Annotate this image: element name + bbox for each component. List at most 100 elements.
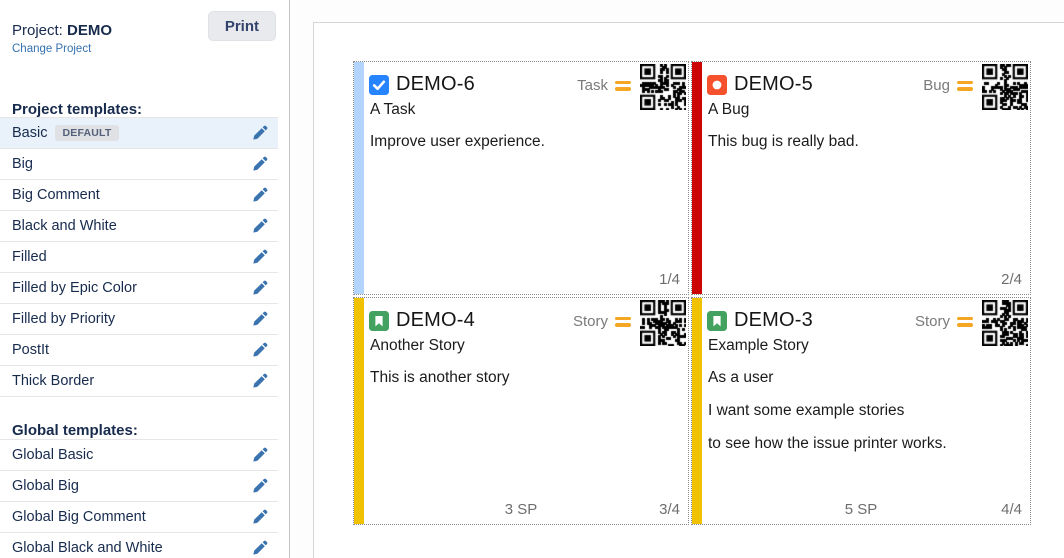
description-line: to see how the issue printer works. [708, 434, 1014, 454]
card-meta: Task [577, 77, 631, 94]
project-label-text: Project: [12, 22, 63, 39]
story-icon [369, 311, 389, 331]
project-label: Project: DEMO [12, 22, 112, 39]
issue-key: DEMO-3 [734, 309, 813, 332]
issue-summary: Another Story [370, 337, 628, 355]
edit-pencil-icon[interactable] [251, 156, 268, 173]
story-icon [707, 311, 727, 331]
card-color-bar [354, 62, 364, 294]
project-template-list: Basic DEFAULT Big Big Comment Black and … [0, 117, 278, 397]
issue-key: DEMO-6 [396, 73, 475, 96]
template-label: Global Black and White [12, 540, 163, 556]
card-color-bar [692, 298, 702, 524]
qr-code [640, 64, 686, 110]
edit-pencil-icon[interactable] [251, 125, 268, 142]
template-label: Big [12, 156, 33, 172]
issue-type-label: Story [573, 313, 608, 330]
qr-code [640, 300, 686, 346]
card-color-bar [692, 62, 702, 294]
bug-icon [707, 75, 727, 95]
issue-description: Improve user experience. [370, 132, 672, 165]
default-badge: DEFAULT [55, 125, 118, 141]
issue-type-label: Task [577, 77, 608, 94]
print-preview-page: DEMO-6 Task A Task Improve user experien… [313, 22, 1064, 558]
card-meta: Story [573, 313, 631, 330]
edit-pencil-icon[interactable] [251, 187, 268, 204]
template-row-filled-by-epic-color[interactable]: Filled by Epic Color [0, 273, 278, 304]
edit-pencil-icon[interactable] [251, 218, 268, 235]
template-label: Big Comment [12, 187, 100, 203]
story-points: 3 SP [354, 501, 688, 518]
issue-type-label: Bug [923, 77, 950, 94]
page-number: 2/4 [1001, 271, 1022, 288]
edit-pencil-icon[interactable] [251, 447, 268, 464]
story-points: 5 SP [692, 501, 1030, 518]
priority-medium-icon [615, 81, 631, 91]
qr-code [982, 300, 1028, 346]
print-button[interactable]: Print [208, 11, 276, 41]
template-row-global-black-and-white[interactable]: Global Black and White [0, 533, 278, 558]
issue-key: DEMO-5 [734, 73, 813, 96]
card-color-bar [354, 298, 364, 524]
template-label: Thick Border [12, 373, 94, 389]
edit-pencil-icon[interactable] [251, 249, 268, 266]
global-template-list: Global Basic Global Big Global Big Comme… [0, 439, 278, 558]
issue-type-label: Story [915, 313, 950, 330]
description-line: This is another story [370, 368, 672, 388]
change-project-link[interactable]: Change Project [12, 43, 91, 55]
issue-summary: A Task [370, 101, 628, 119]
issue-description: As a user I want some example stories to… [708, 368, 1014, 467]
template-label: Black and White [12, 218, 117, 234]
template-label: Filled by Priority [12, 311, 115, 327]
card-meta: Bug [923, 77, 973, 94]
template-row-global-basic[interactable]: Global Basic [0, 440, 278, 471]
sidebar: Project: DEMO Change Project Print Proje… [0, 0, 290, 558]
issue-summary: A Bug [708, 101, 970, 119]
priority-medium-icon [615, 317, 631, 327]
issue-card-demo-3: DEMO-3 Story Example Story As a user I w… [691, 297, 1031, 525]
edit-pencil-icon[interactable] [251, 373, 268, 390]
card-meta: Story [915, 313, 973, 330]
template-row-black-and-white[interactable]: Black and White [0, 211, 278, 242]
template-row-basic[interactable]: Basic DEFAULT [0, 118, 278, 149]
card-grid: DEMO-6 Task A Task Improve user experien… [353, 61, 1031, 525]
page-number: 1/4 [659, 271, 680, 288]
template-label: Basic [12, 125, 47, 141]
template-row-big-comment[interactable]: Big Comment [0, 180, 278, 211]
description-line: Improve user experience. [370, 132, 672, 152]
issue-card-demo-5: DEMO-5 Bug A Bug This bug is really bad.… [691, 61, 1031, 295]
edit-pencil-icon[interactable] [251, 342, 268, 359]
project-name: DEMO [67, 22, 112, 39]
issue-card-demo-4: DEMO-4 Story Another Story This is anoth… [353, 297, 689, 525]
task-icon [369, 75, 389, 95]
edit-pencil-icon[interactable] [251, 280, 268, 297]
template-row-postit[interactable]: PostIt [0, 335, 278, 366]
template-row-global-big-comment[interactable]: Global Big Comment [0, 502, 278, 533]
template-row-global-big[interactable]: Global Big [0, 471, 278, 502]
description-line: As a user [708, 368, 1014, 388]
description-line: I want some example stories [708, 401, 1014, 421]
template-label: PostIt [12, 342, 49, 358]
description-line: This bug is really bad. [708, 132, 1014, 152]
template-row-thick-border[interactable]: Thick Border [0, 366, 278, 397]
edit-pencil-icon[interactable] [251, 478, 268, 495]
template-label: Filled [12, 249, 47, 265]
project-templates-heading: Project templates: [12, 101, 142, 118]
template-row-big[interactable]: Big [0, 149, 278, 180]
page-number: 4/4 [1001, 501, 1022, 518]
preview-pane: DEMO-6 Task A Task Improve user experien… [291, 0, 1064, 558]
template-row-filled-by-priority[interactable]: Filled by Priority [0, 304, 278, 335]
issue-card-demo-6: DEMO-6 Task A Task Improve user experien… [353, 61, 689, 295]
template-label: Global Big [12, 478, 79, 494]
priority-medium-icon [957, 317, 973, 327]
template-label: Global Big Comment [12, 509, 146, 525]
template-row-filled[interactable]: Filled [0, 242, 278, 273]
issue-description: This is another story [370, 368, 672, 401]
edit-pencil-icon[interactable] [251, 311, 268, 328]
page-number: 3/4 [659, 501, 680, 518]
priority-medium-icon [957, 81, 973, 91]
edit-pencil-icon[interactable] [251, 509, 268, 526]
template-label: Filled by Epic Color [12, 280, 137, 296]
issue-key: DEMO-4 [396, 309, 475, 332]
edit-pencil-icon[interactable] [251, 540, 268, 557]
